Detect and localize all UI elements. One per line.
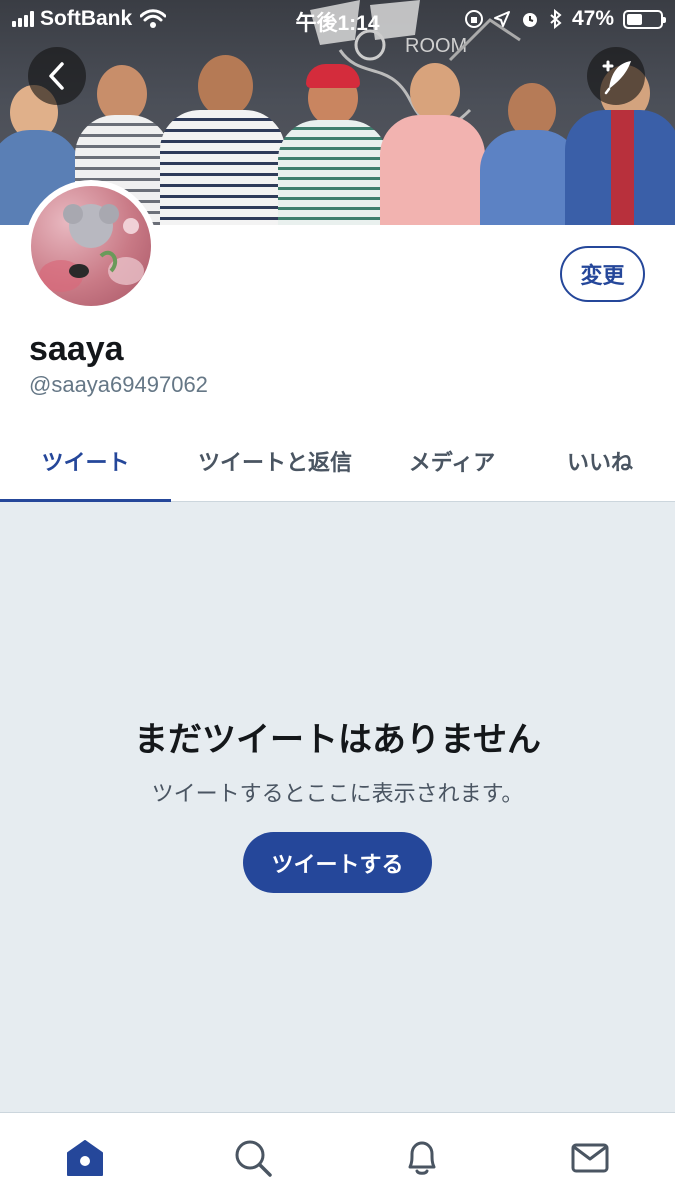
home-icon bbox=[67, 1140, 103, 1176]
banner-person bbox=[278, 60, 388, 225]
profile-avatar[interactable] bbox=[25, 180, 157, 312]
bluetooth-icon bbox=[550, 9, 562, 29]
tweet-button[interactable]: ツイートする bbox=[243, 832, 432, 893]
nav-home[interactable] bbox=[60, 1133, 110, 1183]
status-right-group: 47% bbox=[464, 7, 666, 31]
battery-icon bbox=[623, 9, 666, 29]
alarm-icon bbox=[522, 13, 537, 27]
banner-person bbox=[380, 55, 485, 225]
empty-state-subtitle: ツイートするとここに表示されます。 bbox=[151, 781, 524, 806]
tab-media[interactable]: メディア bbox=[379, 420, 525, 502]
status-bar: SoftBank 午後1:14 47% bbox=[0, 0, 675, 38]
empty-state-title: まだツイートはありません bbox=[134, 721, 541, 759]
nav-notifications[interactable] bbox=[397, 1133, 447, 1183]
koala-icon bbox=[39, 204, 144, 292]
avatar-image bbox=[31, 186, 151, 306]
empty-state: まだツイートはありません ツイートするとここに表示されます。 ツイートする bbox=[0, 502, 675, 1112]
search-icon bbox=[235, 1140, 272, 1177]
notifications-icon bbox=[408, 1141, 436, 1175]
tab-tweets[interactable]: ツイート bbox=[0, 420, 171, 503]
orientation-lock-icon bbox=[464, 10, 483, 28]
profile-tabs: ツイート ツイートと返信 メディア いいね bbox=[0, 420, 675, 503]
nav-messages[interactable] bbox=[565, 1133, 615, 1183]
compose-feather-icon bbox=[602, 60, 631, 95]
edit-profile-button[interactable]: 変更 bbox=[560, 246, 645, 302]
battery-fill bbox=[627, 13, 643, 25]
tab-likes[interactable]: いいね bbox=[525, 420, 675, 502]
banner-person bbox=[160, 50, 285, 225]
nav-search[interactable] bbox=[228, 1133, 278, 1183]
messages-icon bbox=[571, 1143, 609, 1173]
location-icon bbox=[493, 11, 510, 27]
bottom-nav bbox=[0, 1112, 675, 1200]
chevron-left-icon bbox=[49, 62, 64, 90]
user-handle: @saaya69497062 bbox=[29, 372, 208, 397]
compose-tweet-button[interactable] bbox=[587, 47, 645, 105]
tab-tweets-and-replies[interactable]: ツイートと返信 bbox=[171, 420, 379, 502]
battery-percent: 47% bbox=[571, 7, 614, 30]
back-button[interactable] bbox=[28, 47, 86, 105]
display-name: saaya bbox=[29, 330, 124, 368]
